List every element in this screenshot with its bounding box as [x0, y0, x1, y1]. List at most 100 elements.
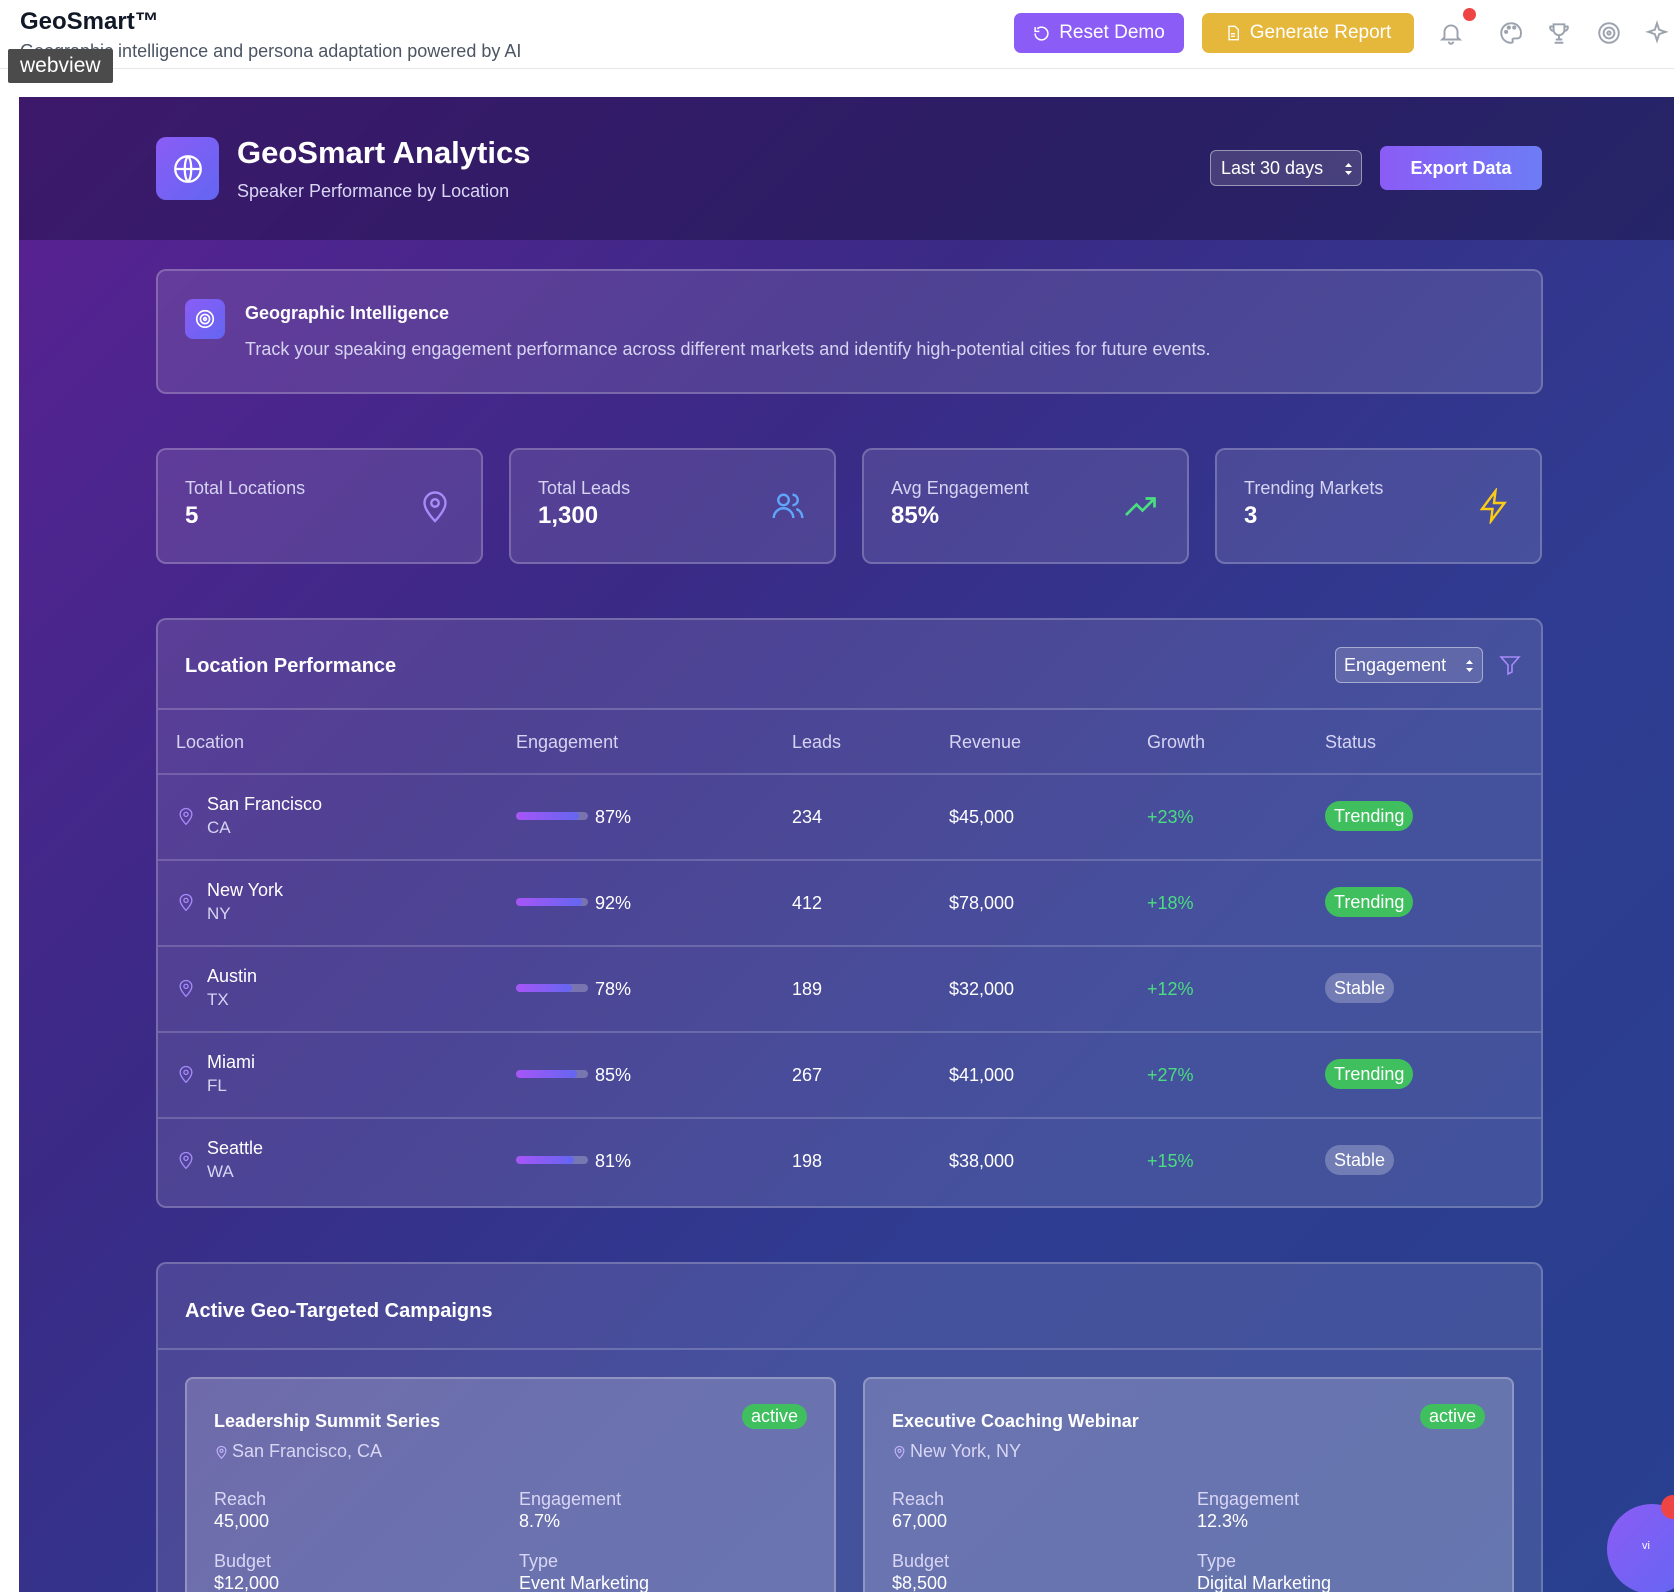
stat-value: 85%	[891, 502, 940, 529]
trending-up-icon	[1125, 497, 1156, 516]
budget-label: Budget	[892, 1551, 950, 1571]
revenue-value: $45,000	[949, 807, 1015, 827]
map-pin-icon	[179, 893, 193, 912]
notification-dot	[1463, 8, 1476, 21]
reach-value: 45,000	[214, 1511, 270, 1531]
campaign-name: Leadership Summit Series	[214, 1411, 441, 1431]
table-row[interactable]: Austin TX 78% 189 $32,000 +12% Stable	[158, 945, 1541, 1031]
map-pin-icon	[423, 491, 447, 523]
trophy-icon[interactable]	[1546, 20, 1572, 46]
city-name: Austin	[207, 966, 258, 986]
engagement-bar	[516, 984, 588, 992]
select-arrows-icon	[1466, 660, 1473, 672]
table-row[interactable]: New York NY 92% 412 $78,000 +18% Trendin…	[158, 859, 1541, 945]
map-pin-icon	[179, 979, 193, 998]
stat-total-locations: Total Locations 5	[156, 448, 483, 564]
globe-icon	[173, 154, 202, 183]
engagement-value: 87%	[595, 807, 632, 827]
sort-value: Engagement	[1344, 654, 1447, 675]
col-location: Location	[176, 732, 245, 752]
campaigns-title: Active Geo-Targeted Campaigns	[185, 1300, 493, 1322]
app-topbar: GeoSmart™ Geographic intelligence and pe…	[0, 0, 1674, 83]
generate-report-button[interactable]: Generate Report	[1202, 13, 1414, 53]
generate-report-label: Generate Report	[1249, 22, 1392, 43]
stat-value: 3	[1244, 502, 1258, 529]
select-arrows-icon	[1345, 163, 1352, 175]
reset-demo-label: Reset Demo	[1059, 22, 1165, 43]
revenue-value: $78,000	[949, 893, 1015, 913]
city-name: San Francisco	[207, 794, 323, 814]
app-title: GeoSmart™	[20, 8, 159, 35]
stat-value: 5	[185, 502, 199, 529]
target-icon	[195, 309, 215, 329]
target-icon[interactable]	[1596, 20, 1622, 46]
date-range-value: Last 30 days	[1221, 157, 1324, 178]
stat-avg-engagement: Avg Engagement 85%	[862, 448, 1189, 564]
campaign-card[interactable]: Executive Coaching Webinar active New Yo…	[863, 1377, 1514, 1592]
stat-label: Trending Markets	[1244, 478, 1384, 498]
leads-value: 234	[792, 807, 823, 827]
state-code: NY	[207, 904, 231, 923]
engagement-value: 92%	[595, 893, 632, 913]
status-badge: Trending	[1325, 801, 1414, 831]
sort-select[interactable]: Engagement	[1335, 647, 1483, 683]
budget-value: $12,000	[214, 1573, 280, 1592]
engagement-label: Engagement	[1197, 1489, 1300, 1509]
col-growth: Growth	[1147, 732, 1206, 752]
stat-value: 1,300	[538, 502, 599, 529]
campaign-name: Executive Coaching Webinar	[892, 1411, 1139, 1431]
page-title: GeoSmart Analytics	[237, 135, 531, 170]
type-label: Type	[1197, 1551, 1237, 1571]
map-pin-icon	[894, 1445, 905, 1459]
map-pin-icon	[216, 1445, 227, 1459]
growth-value: +18%	[1147, 893, 1194, 913]
analytics-canvas: GeoSmart Analytics Speaker Performance b…	[19, 97, 1674, 1592]
reset-demo-button[interactable]: Reset Demo	[1014, 13, 1184, 53]
leads-value: 198	[792, 1151, 823, 1171]
reach-value: 67,000	[892, 1511, 948, 1531]
map-pin-icon	[179, 807, 193, 826]
engagement-value: 85%	[595, 1065, 632, 1085]
campaign-status-badge: active	[741, 1404, 807, 1429]
engagement-value: 78%	[595, 979, 632, 999]
growth-value: +12%	[1147, 979, 1194, 999]
sparkle-icon[interactable]	[1644, 20, 1670, 46]
table-row[interactable]: Seattle WA 81% 198 $38,000 +15% Stable	[158, 1117, 1541, 1203]
page-subtitle: Speaker Performance by Location	[237, 181, 510, 201]
campaign-location-text: San Francisco, CA	[232, 1441, 383, 1461]
stat-label: Avg Engagement	[891, 478, 1029, 498]
engagement-value: 8.7%	[519, 1511, 561, 1531]
reach-label: Reach	[892, 1489, 945, 1509]
budget-label: Budget	[214, 1551, 272, 1571]
table-row[interactable]: Miami FL 85% 267 $41,000 +27% Trending	[158, 1031, 1541, 1117]
state-code: WA	[207, 1162, 234, 1181]
status-badge: Stable	[1325, 1145, 1395, 1175]
type-label: Type	[519, 1551, 559, 1571]
engagement-bar	[516, 812, 588, 820]
table-row[interactable]: San Francisco CA 87% 234 $45,000 +23% Tr…	[158, 773, 1541, 859]
users-icon	[772, 493, 804, 519]
campaigns-divider	[158, 1348, 1541, 1350]
state-code: CA	[207, 818, 231, 837]
revenue-value: $32,000	[949, 979, 1015, 999]
engagement-bar-fill	[516, 812, 579, 820]
engagement-bar-fill	[516, 984, 573, 992]
campaign-card[interactable]: Leadership Summit Series active San Fran…	[185, 1377, 836, 1592]
campaign-location-text: New York, NY	[910, 1441, 1022, 1461]
stat-trending-markets: Trending Markets 3	[1215, 448, 1542, 564]
col-engagement: Engagement	[516, 732, 619, 752]
engagement-bar	[516, 1156, 588, 1164]
lightning-icon	[1479, 488, 1507, 524]
palette-icon[interactable]	[1498, 20, 1524, 46]
city-name: Miami	[207, 1052, 255, 1072]
location-performance-table: Location Performance Engagement Location…	[156, 618, 1543, 1208]
col-status: Status	[1325, 732, 1377, 752]
bell-icon[interactable]	[1438, 20, 1464, 46]
campaign-status-badge: active	[1419, 1404, 1485, 1429]
engagement-bar	[516, 898, 588, 906]
banner-text: Track your speaking engagement performan…	[245, 339, 1211, 359]
date-range-select[interactable]: Last 30 days	[1210, 150, 1362, 186]
filter-icon[interactable]	[1498, 653, 1522, 677]
engagement-label: Engagement	[519, 1489, 622, 1509]
export-data-button[interactable]: Export Data	[1380, 146, 1542, 190]
